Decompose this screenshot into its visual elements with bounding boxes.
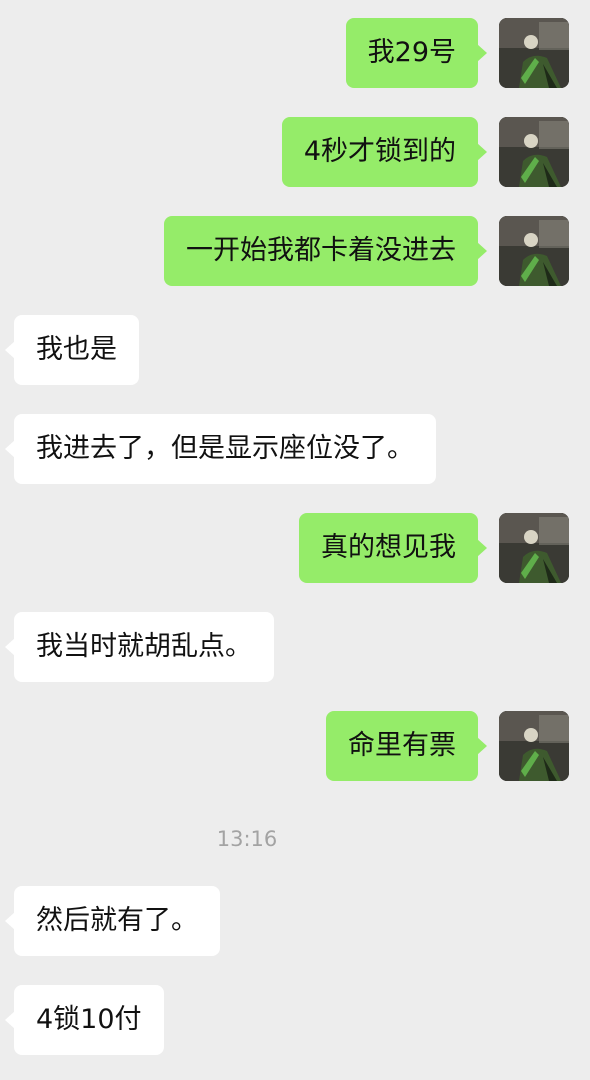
message-row-incoming: 我当时就胡乱点。 (0, 612, 590, 682)
incoming-message-bubble[interactable]: 然后就有了。 (5, 886, 220, 956)
incoming-message-bubble[interactable]: 我也是 (5, 315, 139, 385)
outgoing-message-bubble[interactable]: 一开始我都卡着没进去 (164, 216, 487, 286)
message-row-outgoing: 4秒才锁到的 (0, 117, 590, 187)
avatar-photo-icon (499, 216, 569, 286)
outgoing-message-bubble[interactable]: 命里有票 (326, 711, 487, 781)
outgoing-message-bubble[interactable]: 真的想见我 (299, 513, 487, 583)
message-row-outgoing: 命里有票 (0, 711, 590, 781)
message-row-incoming: 我进去了，但是显示座位没了。 (0, 414, 590, 484)
incoming-message-bubble[interactable]: 我进去了，但是显示座位没了。 (5, 414, 436, 484)
message-timestamp: 13:16 (216, 827, 278, 851)
message-row-incoming: 我也是 (0, 315, 590, 385)
outgoing-message-bubble[interactable]: 我29号 (345, 18, 488, 88)
incoming-message-bubble[interactable]: 我当时就胡乱点。 (5, 612, 274, 682)
incoming-message-bubble[interactable]: 4锁10付 (5, 985, 164, 1055)
message-row-outgoing: 一开始我都卡着没进去 (0, 216, 590, 286)
message-row-incoming: 4锁10付 (0, 985, 590, 1055)
message-row-outgoing: 真的想见我 (0, 513, 590, 583)
user-avatar[interactable] (499, 711, 569, 781)
user-avatar[interactable] (499, 117, 569, 187)
user-avatar[interactable] (499, 216, 569, 286)
chat-thread: 我29号 4秒才锁到的 一开始我都卡着没进去 我也是 我进去了，但是显示座位没了… (0, 0, 590, 1080)
user-avatar[interactable] (499, 18, 569, 88)
outgoing-message-bubble[interactable]: 4秒才锁到的 (281, 117, 488, 187)
avatar-photo-icon (499, 117, 569, 187)
message-row-outgoing: 我29号 (0, 18, 590, 88)
message-row-incoming: 然后就有了。 (0, 886, 590, 956)
avatar-photo-icon (499, 513, 569, 583)
user-avatar[interactable] (499, 513, 569, 583)
avatar-photo-icon (499, 18, 569, 88)
avatar-photo-icon (499, 711, 569, 781)
